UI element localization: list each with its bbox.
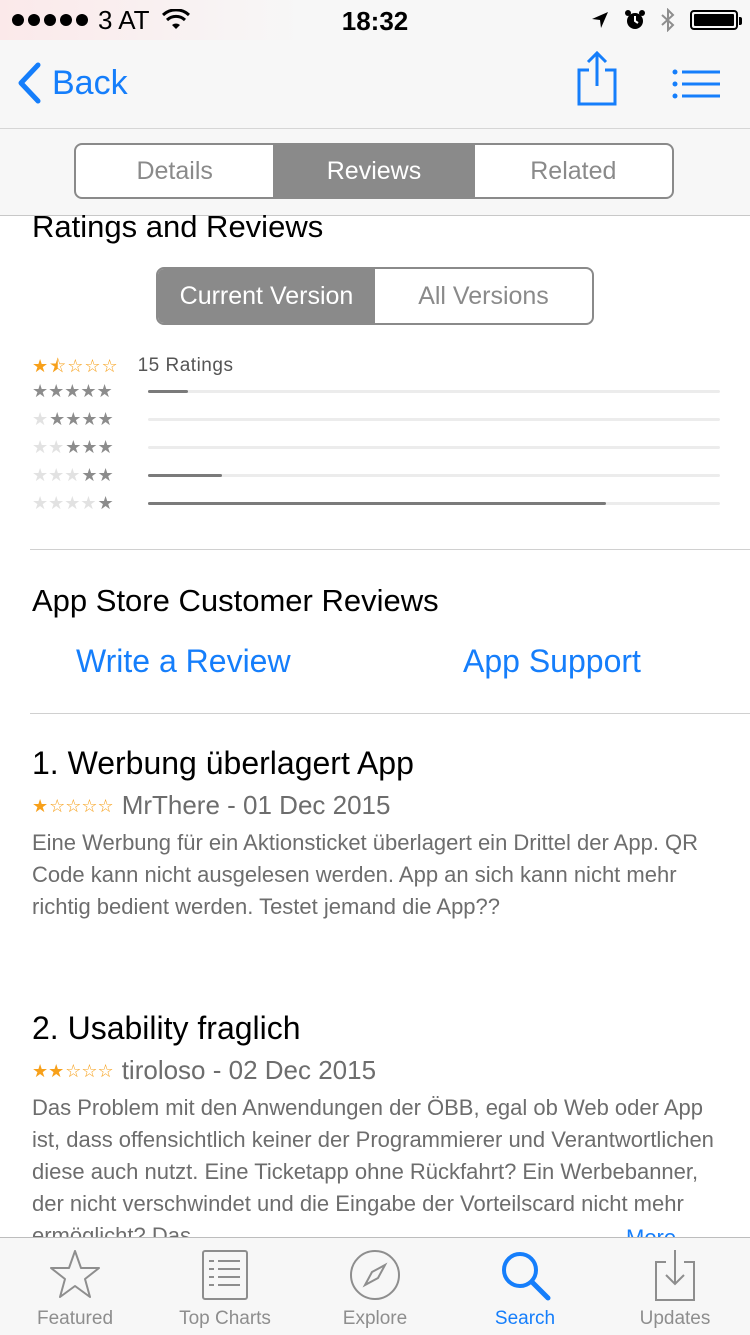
rating-track (148, 418, 720, 421)
version-segment: Current Version All Versions (156, 267, 594, 325)
rating-bar-1: ★★★★ ★ (32, 492, 722, 514)
bluetooth-icon (661, 8, 675, 32)
review-title: 2. Usability fraglich (32, 1010, 301, 1046)
rating-bar-3: ★★ ★★★ (32, 436, 722, 458)
star-full-icon: ★ (32, 356, 49, 376)
status-right (590, 8, 742, 32)
tab-all-versions[interactable]: All Versions (375, 269, 592, 323)
rating-fill (148, 502, 606, 505)
more-link[interactable]: More (620, 1225, 677, 1237)
tab-label: Top Charts (179, 1308, 271, 1329)
rating-bar-4: ★ ★★★★ (32, 408, 722, 430)
tab-explore[interactable]: Explore (300, 1238, 450, 1335)
compass-icon (350, 1250, 400, 1300)
back-label: Back (52, 63, 128, 102)
star-half-icon: ⯪ (49, 356, 67, 376)
three-star-label: ★★ ★★★ (32, 437, 114, 457)
share-icon[interactable] (574, 50, 620, 106)
two-star-label: ★★★ ★★ (32, 465, 114, 485)
tab-label: Updates (639, 1308, 711, 1329)
divider (30, 549, 750, 550)
star-icon (50, 1250, 100, 1298)
review-meta: ★ ☆☆☆☆ MrThere - 01 Dec 2015 (32, 790, 722, 821)
rating-track (148, 474, 720, 477)
ratings-heading: Ratings and Reviews (32, 215, 324, 244)
review-stars: ★★ ☆☆☆ (32, 1060, 114, 1081)
list-icon (202, 1250, 248, 1300)
review-title: 1. Werbung überlagert App (32, 745, 414, 781)
rating-bar-2: ★★★ ★★ (32, 464, 722, 486)
review-item[interactable]: 1. Werbung überlagert App ★ ☆☆☆☆ MrThere … (32, 745, 722, 923)
five-star-label: ★★★★★ (32, 381, 113, 401)
tab-search[interactable]: Search (450, 1238, 600, 1335)
star-empty-icon: ☆ (101, 356, 118, 376)
divider (30, 713, 750, 714)
tab-top-charts[interactable]: Top Charts (150, 1238, 300, 1335)
review-body: Das Problem mit den Anwendungen der ÖBB,… (32, 1095, 714, 1237)
tab-label: Featured (36, 1308, 114, 1329)
rating-fill (148, 474, 223, 477)
location-arrow-icon (592, 12, 608, 28)
review-stars: ★ ☆☆☆☆ (32, 795, 114, 816)
tab-related[interactable]: Related (472, 145, 672, 197)
segment-bar: Details Reviews Related (0, 128, 750, 216)
four-star-label: ★ ★★★★ (32, 409, 114, 429)
rating-track (148, 390, 720, 393)
app-support-link[interactable]: App Support (463, 643, 641, 680)
write-review-link[interactable]: Write a Review (76, 643, 291, 680)
download-icon (655, 1250, 695, 1301)
tab-label: Explore (342, 1308, 408, 1329)
average-stars: ★ ⯪ ☆ ☆ ☆ (32, 357, 118, 375)
rating-summary: ★ ⯪ ☆ ☆ ☆ 15 Ratings (32, 355, 233, 377)
reviews-content[interactable]: Ratings and Reviews Current Version All … (0, 215, 750, 1237)
tab-current-version[interactable]: Current Version (158, 269, 375, 323)
review-author: MrThere - 01 Dec 2015 (121, 790, 391, 820)
battery-icon (690, 10, 742, 30)
tab-bar: Featured Top Charts Explore Search Updat… (0, 1237, 750, 1335)
tab-details[interactable]: Details (76, 145, 273, 197)
review-item[interactable]: 2. Usability fraglich ★★ ☆☆☆ tiroloso - 0… (32, 1010, 722, 1237)
one-star-label: ★★★★ ★ (32, 493, 114, 513)
tab-updates[interactable]: Updates (600, 1238, 750, 1335)
star-empty-icon: ☆ (84, 356, 101, 376)
tab-label: Search (494, 1308, 556, 1329)
navigation-bar: Back (0, 40, 750, 128)
review-author: tiroloso - 02 Dec 2015 (121, 1055, 377, 1085)
review-body: Eine Werbung für ein Aktionsticket überl… (32, 830, 699, 919)
rating-bar-5: ★★★★★ (32, 380, 722, 402)
customer-reviews-heading: App Store Customer Reviews (32, 583, 439, 618)
alarm-icon (625, 10, 645, 29)
status-bar: 3 AT 18:32 (0, 0, 750, 40)
tab-reviews[interactable]: Reviews (273, 145, 473, 197)
tab-featured[interactable]: Featured (0, 1238, 150, 1335)
list-icon[interactable] (672, 68, 720, 100)
rating-fill (148, 390, 189, 393)
review-meta: ★★ ☆☆☆ tiroloso - 02 Dec 2015 (32, 1055, 722, 1086)
ratings-count: 15 Ratings (137, 355, 234, 376)
chevron-left-icon (18, 62, 41, 104)
details-reviews-related-segment: Details Reviews Related (74, 143, 674, 199)
star-empty-icon: ☆ (67, 356, 84, 376)
search-icon (502, 1252, 551, 1301)
rating-track (148, 446, 720, 449)
back-button[interactable]: Back (16, 62, 128, 104)
rating-track (148, 502, 720, 505)
